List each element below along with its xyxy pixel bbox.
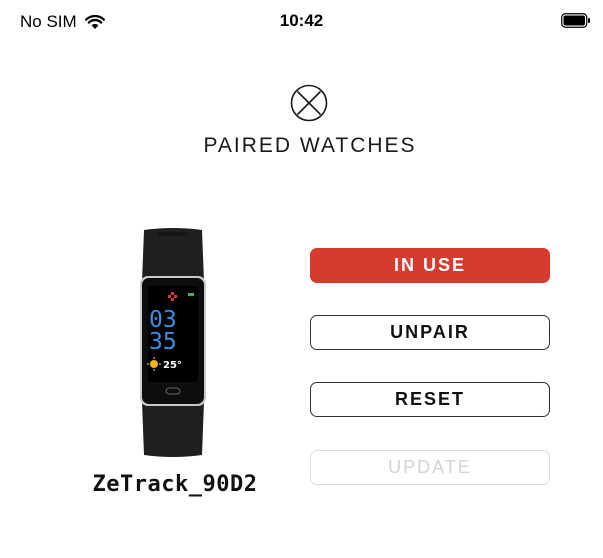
update-button[interactable]: UPDATE <box>310 450 550 485</box>
watch-screen-minute: 35 <box>149 329 177 355</box>
in-use-button[interactable]: IN USE <box>310 248 550 283</box>
watch-image: 03 35 25° <box>140 228 206 457</box>
device-name: ZeTrack_90D2 <box>92 472 258 497</box>
close-icon[interactable] <box>290 84 328 122</box>
reset-button[interactable]: RESET <box>310 382 550 417</box>
status-bar: No SIM 10:42 <box>0 0 603 40</box>
page-title: PAIRED WATCHES <box>203 134 417 157</box>
status-time: 10:42 <box>279 11 324 30</box>
battery-icon <box>561 13 590 28</box>
unpair-button[interactable]: UNPAIR <box>310 315 550 350</box>
watch-screen-temp: 25° <box>163 360 182 371</box>
